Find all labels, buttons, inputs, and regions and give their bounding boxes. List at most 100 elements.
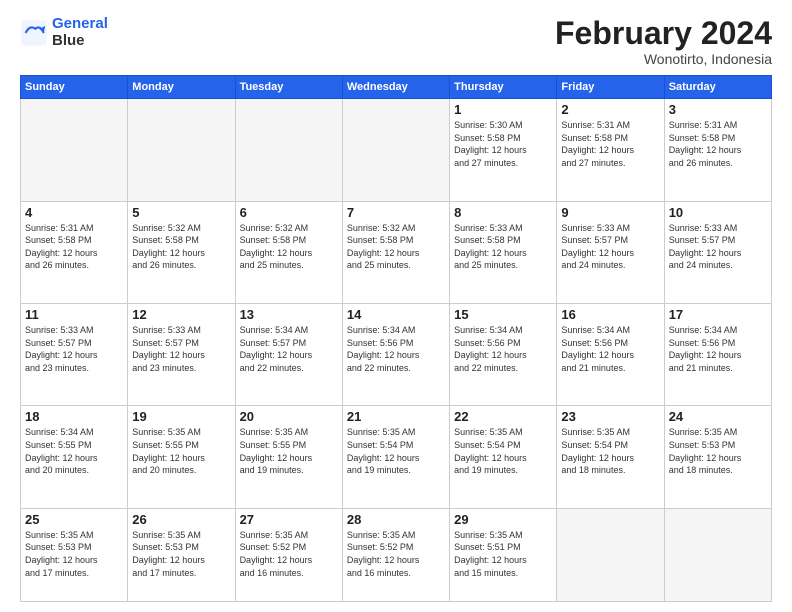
day-info: Sunrise: 5:33 AM Sunset: 5:58 PM Dayligh…: [454, 222, 552, 272]
header: General Blue February 2024 Wonotirto, In…: [20, 16, 772, 67]
day-number: 8: [454, 205, 552, 220]
day-number: 11: [25, 307, 123, 322]
calendar-cell: 5 Sunrise: 5:32 AM Sunset: 5:58 PM Daylig…: [128, 201, 235, 303]
day-info: Sunrise: 5:35 AM Sunset: 5:55 PM Dayligh…: [132, 426, 230, 476]
col-friday: Friday: [557, 76, 664, 99]
calendar-cell: 2 Sunrise: 5:31 AM Sunset: 5:58 PM Daylig…: [557, 99, 664, 201]
day-info: Sunrise: 5:35 AM Sunset: 5:53 PM Dayligh…: [669, 426, 767, 476]
day-number: 4: [25, 205, 123, 220]
calendar-cell: 6Sunrise: 5:32 AM Sunset: 5:58 PM Daylig…: [235, 201, 342, 303]
calendar-cell: 21Sunrise: 5:35 AM Sunset: 5:54 PM Dayli…: [342, 406, 449, 508]
day-number: 2: [561, 102, 659, 117]
col-monday: Monday: [128, 76, 235, 99]
calendar-cell: 1Sunrise: 5:30 AM Sunset: 5:58 PM Daylig…: [450, 99, 557, 201]
day-number: 5: [132, 205, 230, 220]
day-info: Sunrise: 5:31 AM Sunset: 5:58 PM Dayligh…: [669, 119, 767, 169]
calendar-header-row: Sunday Monday Tuesday Wednesday Thursday…: [21, 76, 772, 99]
calendar-cell: 20 Sunrise: 5:35 AM Sunset: 5:55 PM Dayli…: [235, 406, 342, 508]
logo: General Blue: [20, 16, 108, 49]
title-block: February 2024 Wonotirto, Indonesia: [555, 16, 772, 67]
calendar-cell: [21, 99, 128, 201]
calendar-week-row: 18Sunrise: 5:34 AM Sunset: 5:55 PM Dayli…: [21, 406, 772, 508]
day-info: Sunrise: 5:34 AM Sunset: 5:56 PM Dayligh…: [669, 324, 767, 374]
calendar-cell: 23 Sunrise: 5:35 AM Sunset: 5:54 PM Dayli…: [557, 406, 664, 508]
calendar-cell: 15Sunrise: 5:34 AM Sunset: 5:56 PM Dayli…: [450, 304, 557, 406]
calendar-cell: 25 Sunrise: 5:35 AM Sunset: 5:53 PM Dayli…: [21, 508, 128, 601]
day-number: 10: [669, 205, 767, 220]
day-number: 7: [347, 205, 445, 220]
calendar-cell: 24 Sunrise: 5:35 AM Sunset: 5:53 PM Dayli…: [664, 406, 771, 508]
day-info: Sunrise: 5:35 AM Sunset: 5:52 PM Dayligh…: [240, 529, 338, 579]
day-number: 24: [669, 409, 767, 424]
page: General Blue February 2024 Wonotirto, In…: [0, 0, 792, 612]
col-sunday: Sunday: [21, 76, 128, 99]
day-info: Sunrise: 5:34 AM Sunset: 5:56 PM Dayligh…: [561, 324, 659, 374]
calendar-table: Sunday Monday Tuesday Wednesday Thursday…: [20, 75, 772, 602]
calendar-cell: 11 Sunrise: 5:33 AM Sunset: 5:57 PM Dayli…: [21, 304, 128, 406]
calendar-week-row: 25 Sunrise: 5:35 AM Sunset: 5:53 PM Dayli…: [21, 508, 772, 601]
day-info: Sunrise: 5:31 AM Sunset: 5:58 PM Dayligh…: [25, 222, 123, 272]
day-number: 29: [454, 512, 552, 527]
day-info: Sunrise: 5:33 AM Sunset: 5:57 PM Dayligh…: [25, 324, 123, 374]
logo-icon: [20, 19, 48, 47]
day-info: Sunrise: 5:35 AM Sunset: 5:52 PM Dayligh…: [347, 529, 445, 579]
day-number: 19: [132, 409, 230, 424]
day-info: Sunrise: 5:34 AM Sunset: 5:56 PM Dayligh…: [454, 324, 552, 374]
day-info: Sunrise: 5:35 AM Sunset: 5:54 PM Dayligh…: [347, 426, 445, 476]
col-saturday: Saturday: [664, 76, 771, 99]
day-number: 1: [454, 102, 552, 117]
day-number: 14: [347, 307, 445, 322]
calendar-week-row: 1Sunrise: 5:30 AM Sunset: 5:58 PM Daylig…: [21, 99, 772, 201]
calendar-cell: 29 Sunrise: 5:35 AM Sunset: 5:51 PM Dayli…: [450, 508, 557, 601]
calendar-cell: 26 Sunrise: 5:35 AM Sunset: 5:53 PM Dayli…: [128, 508, 235, 601]
calendar-week-row: 11 Sunrise: 5:33 AM Sunset: 5:57 PM Dayli…: [21, 304, 772, 406]
day-number: 13: [240, 307, 338, 322]
location: Wonotirto, Indonesia: [555, 51, 772, 67]
calendar-cell: [557, 508, 664, 601]
day-info: Sunrise: 5:35 AM Sunset: 5:54 PM Dayligh…: [454, 426, 552, 476]
calendar-cell: 7 Sunrise: 5:32 AM Sunset: 5:58 PM Daylig…: [342, 201, 449, 303]
day-number: 6: [240, 205, 338, 220]
calendar-cell: 16 Sunrise: 5:34 AM Sunset: 5:56 PM Dayli…: [557, 304, 664, 406]
calendar-cell: 13 Sunrise: 5:34 AM Sunset: 5:57 PM Dayli…: [235, 304, 342, 406]
calendar-cell: [235, 99, 342, 201]
calendar-cell: 28Sunrise: 5:35 AM Sunset: 5:52 PM Dayli…: [342, 508, 449, 601]
day-info: Sunrise: 5:33 AM Sunset: 5:57 PM Dayligh…: [561, 222, 659, 272]
calendar-cell: 9 Sunrise: 5:33 AM Sunset: 5:57 PM Daylig…: [557, 201, 664, 303]
day-number: 23: [561, 409, 659, 424]
calendar-cell: 27 Sunrise: 5:35 AM Sunset: 5:52 PM Dayli…: [235, 508, 342, 601]
calendar-cell: 12Sunrise: 5:33 AM Sunset: 5:57 PM Dayli…: [128, 304, 235, 406]
calendar-cell: 10 Sunrise: 5:33 AM Sunset: 5:57 PM Dayli…: [664, 201, 771, 303]
day-info: Sunrise: 5:35 AM Sunset: 5:53 PM Dayligh…: [132, 529, 230, 579]
col-tuesday: Tuesday: [235, 76, 342, 99]
month-year: February 2024: [555, 16, 772, 51]
day-number: 26: [132, 512, 230, 527]
day-info: Sunrise: 5:33 AM Sunset: 5:57 PM Dayligh…: [669, 222, 767, 272]
calendar-cell: 17 Sunrise: 5:34 AM Sunset: 5:56 PM Dayli…: [664, 304, 771, 406]
calendar-cell: 14Sunrise: 5:34 AM Sunset: 5:56 PM Dayli…: [342, 304, 449, 406]
day-number: 27: [240, 512, 338, 527]
day-info: Sunrise: 5:34 AM Sunset: 5:57 PM Dayligh…: [240, 324, 338, 374]
day-info: Sunrise: 5:33 AM Sunset: 5:57 PM Dayligh…: [132, 324, 230, 374]
calendar-cell: [342, 99, 449, 201]
day-info: Sunrise: 5:35 AM Sunset: 5:51 PM Dayligh…: [454, 529, 552, 579]
day-number: 20: [240, 409, 338, 424]
day-number: 16: [561, 307, 659, 322]
calendar-cell: 19 Sunrise: 5:35 AM Sunset: 5:55 PM Dayli…: [128, 406, 235, 508]
logo-text: General Blue: [52, 16, 108, 49]
day-info: Sunrise: 5:31 AM Sunset: 5:58 PM Dayligh…: [561, 119, 659, 169]
day-number: 17: [669, 307, 767, 322]
calendar-cell: 4 Sunrise: 5:31 AM Sunset: 5:58 PM Daylig…: [21, 201, 128, 303]
calendar-cell: [664, 508, 771, 601]
day-number: 9: [561, 205, 659, 220]
calendar-cell: 22Sunrise: 5:35 AM Sunset: 5:54 PM Dayli…: [450, 406, 557, 508]
calendar-cell: 3 Sunrise: 5:31 AM Sunset: 5:58 PM Daylig…: [664, 99, 771, 201]
day-info: Sunrise: 5:32 AM Sunset: 5:58 PM Dayligh…: [132, 222, 230, 272]
day-info: Sunrise: 5:32 AM Sunset: 5:58 PM Dayligh…: [347, 222, 445, 272]
day-number: 25: [25, 512, 123, 527]
day-info: Sunrise: 5:35 AM Sunset: 5:55 PM Dayligh…: [240, 426, 338, 476]
day-info: Sunrise: 5:34 AM Sunset: 5:55 PM Dayligh…: [25, 426, 123, 476]
day-number: 3: [669, 102, 767, 117]
day-info: Sunrise: 5:35 AM Sunset: 5:54 PM Dayligh…: [561, 426, 659, 476]
day-info: Sunrise: 5:35 AM Sunset: 5:53 PM Dayligh…: [25, 529, 123, 579]
